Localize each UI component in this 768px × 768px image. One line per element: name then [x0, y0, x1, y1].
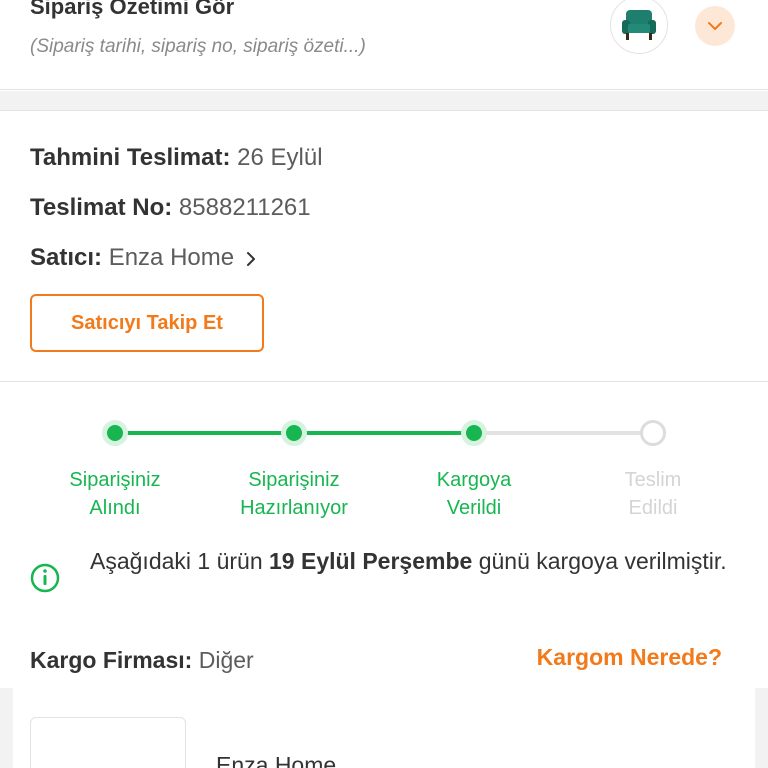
progress-line-pending: [475, 431, 655, 435]
armchair-icon: [622, 10, 656, 40]
product-thumbnail[interactable]: [610, 0, 668, 54]
order-summary-title: Sipariş Özetimi Gör: [30, 0, 235, 19]
order-summary-header[interactable]: Sipariş Özetimi Gör (Sipariş tarihi, sip…: [0, 0, 768, 90]
step-dot-delivered: [640, 420, 666, 446]
delivery-number-value: 8588211261: [178, 194, 311, 221]
order-summary-subtitle: (Sipariş tarihi, sipariş no, sipariş öze…: [30, 36, 366, 57]
step-label-delivered: Teslim Edildi: [624, 469, 682, 519]
step-label-received: Siparişiniz Alındı: [69, 469, 161, 519]
shipping-notice: Aşağıdaki 1 ürün 19 Eylül Perşembe günü …: [90, 548, 727, 574]
cargo-company-value: Diğer: [198, 647, 254, 673]
cargo-company-label: Kargo Firması:: [30, 647, 193, 673]
estimated-delivery-label: Tahmini Teslimat:: [30, 144, 231, 171]
seller-label: Satıcı:: [30, 244, 103, 271]
delivery-number: Teslimat No: 8588211261: [30, 194, 311, 222]
product-image[interactable]: [30, 717, 186, 768]
step-dot-shipped: [461, 420, 487, 446]
estimated-delivery-value: 26 Eylül: [237, 144, 323, 171]
seller-link[interactable]: Enza Home: [109, 244, 234, 271]
step-label-shipped: Kargoya Verildi: [436, 469, 512, 519]
step-dot-received: [102, 420, 128, 446]
ship-date: 19 Eylül Perşembe: [269, 548, 473, 574]
info-icon: [30, 563, 60, 593]
seller-row[interactable]: Satıcı: Enza Home: [30, 244, 257, 272]
chevron-down-icon: [708, 22, 722, 30]
where-is-my-cargo-link[interactable]: Kargom Nerede?: [537, 644, 722, 671]
expand-summary-button[interactable]: [695, 6, 735, 46]
step-label-preparing: Siparişiniz Hazırlanıyor: [240, 469, 348, 519]
follow-seller-button[interactable]: Satıcıyı Takip Et: [30, 294, 264, 352]
cargo-company: Kargo Firması: Diğer: [30, 647, 254, 674]
delivery-number-label: Teslimat No:: [30, 194, 173, 221]
divider: [0, 381, 768, 382]
product-seller-name: Enza Home: [216, 752, 337, 768]
estimated-delivery: Tahmini Teslimat: 26 Eylül: [30, 144, 323, 172]
chevron-right-icon: [246, 251, 255, 266]
section-separator: [0, 91, 768, 111]
step-dot-preparing: [281, 420, 307, 446]
